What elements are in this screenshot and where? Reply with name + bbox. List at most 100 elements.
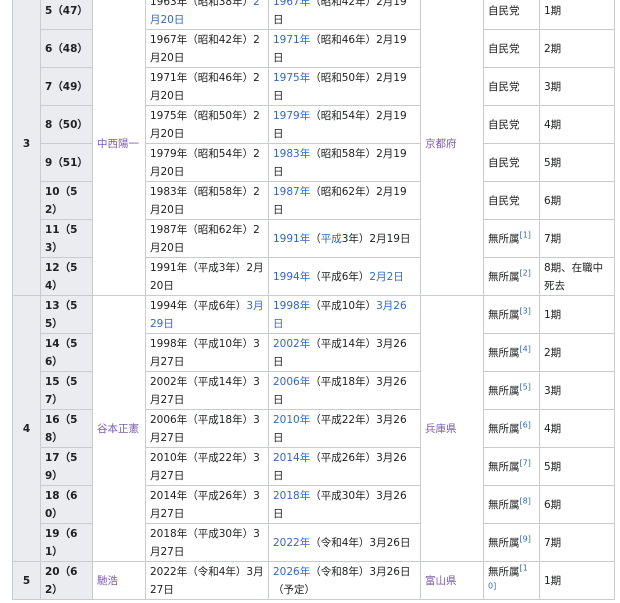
citation-link[interactable]: [6] <box>520 420 531 429</box>
term-start-text: 2018年（平成30年）3月27日 <box>150 527 260 558</box>
table-body: 3 5（47） 中西陽一 1963年（昭和38年）2月20日 1967年（昭和42年）2… <box>12 0 615 600</box>
term-start-text: 2014年（平成26年）3月27日 <box>150 489 260 520</box>
prefecture-link[interactable]: 京都府 <box>425 138 457 150</box>
term-end-year-link[interactable]: 1979年 <box>273 110 310 122</box>
term-end-year-link[interactable]: 2026年 <box>273 566 310 578</box>
term-start-cell: 2014年（平成26年）3月27日 <box>145 485 269 524</box>
term-end-year-link[interactable]: 1998年 <box>273 300 310 312</box>
term-end-note: （予定） <box>273 583 315 596</box>
term-start-text: 1971年（昭和46年）2月20日 <box>150 71 260 102</box>
term-end-year-link[interactable]: 2022年 <box>273 537 310 549</box>
generation-cell: 5 <box>12 561 41 600</box>
citation-link[interactable]: [2] <box>520 268 531 277</box>
term-end-cell: 2010年（平成22年）3月26日 <box>268 409 421 448</box>
term-start-text: 2010年（平成22年）3月27日 <box>150 451 260 482</box>
term-end-text: （令和8年）3月26日 <box>310 565 411 578</box>
term-start-text: 1994年（平成6年） <box>150 299 247 312</box>
party-cell: 無所属[10] <box>483 561 540 600</box>
term-number-cell: 17（59） <box>40 447 93 486</box>
governor-name-link[interactable]: 中西陽一 <box>97 138 139 150</box>
term-end-year-link[interactable]: 2014年 <box>273 452 310 464</box>
period-count-cell: 3期 <box>539 371 615 410</box>
party-cell: 自民党 <box>483 181 540 220</box>
term-end-date-link[interactable]: 平成 <box>321 233 342 245</box>
term-end-year-link[interactable]: 2010年 <box>273 414 310 426</box>
prefecture-cell: 兵庫県 <box>420 295 484 562</box>
term-number-cell: 20（62） <box>40 561 93 600</box>
period-count-cell: 4期 <box>539 409 615 448</box>
term-start-cell: 1994年（平成6年）3月29日 <box>145 295 269 334</box>
term-end-cell: 1983年（昭和58年）2月19日 <box>268 143 421 182</box>
period-count-cell: 6期 <box>539 181 615 220</box>
party-text: 無所属 <box>488 498 520 511</box>
party-text: 自民党 <box>488 80 520 93</box>
citation-link[interactable]: [1] <box>520 230 531 239</box>
party-cell: 無所属[9] <box>483 523 540 562</box>
party-text: 自民党 <box>488 118 520 131</box>
prefecture-link[interactable]: 富山県 <box>425 575 457 587</box>
term-end-year-link[interactable]: 2002年 <box>273 338 310 350</box>
term-end-cell: 1967年（昭和42年）2月19日 <box>268 0 421 30</box>
prefecture-cell: 富山県 <box>420 561 484 600</box>
party-text: 無所属 <box>488 384 520 397</box>
term-start-text: 1963年（昭和38年） <box>150 0 254 8</box>
term-end-cell: 1971年（昭和46年）2月19日 <box>268 29 421 68</box>
party-text: 無所属 <box>488 232 520 245</box>
term-end-cell: 1998年（平成10年）3月26日 <box>268 295 421 334</box>
party-text: 自民党 <box>488 156 520 169</box>
term-end-year-link[interactable]: 2006年 <box>273 376 310 388</box>
party-text: 無所属 <box>488 460 520 473</box>
term-end-text: （平成10年） <box>310 299 377 312</box>
term-end-year-link[interactable]: 1983年 <box>273 148 310 160</box>
term-start-cell: 1967年（昭和42年）2月20日 <box>145 29 269 68</box>
term-start-text: 1975年（昭和50年）2月20日 <box>150 109 260 140</box>
term-end-cell: 2022年（令和4年）3月26日 <box>268 523 421 562</box>
citation-link[interactable]: [9] <box>520 534 531 543</box>
party-cell: 自民党 <box>483 29 540 68</box>
term-end-year-link[interactable]: 1975年 <box>273 72 310 84</box>
term-number-cell: 19（61） <box>40 523 93 562</box>
term-start-text: 1983年（昭和58年）2月20日 <box>150 185 260 216</box>
period-count-cell: 2期 <box>539 333 615 372</box>
governor-name-link[interactable]: 馳浩 <box>97 575 118 587</box>
term-start-cell: 1991年（平成3年）2月20日 <box>145 257 269 296</box>
party-text: 無所属 <box>488 565 520 578</box>
governor-name-cell: 馳浩 <box>92 561 146 600</box>
party-text: 無所属 <box>488 422 520 435</box>
term-start-cell: 2002年（平成14年）3月27日 <box>145 371 269 410</box>
citation-link[interactable]: [5] <box>520 382 531 391</box>
term-end-year-link[interactable]: 1987年 <box>273 186 310 198</box>
term-end-year-link[interactable]: 1971年 <box>273 34 310 46</box>
term-number-cell: 18（60） <box>40 485 93 524</box>
period-count-cell: 5期 <box>539 447 615 486</box>
governor-name-cell: 谷本正憲 <box>92 295 146 562</box>
term-end-text: （令和4年）3月26日 <box>310 536 411 549</box>
party-cell: 無所属[8] <box>483 485 540 524</box>
term-start-cell: 1979年（昭和54年）2月20日 <box>145 143 269 182</box>
citation-link[interactable]: [8] <box>520 496 531 505</box>
period-count-cell: 1期 <box>539 295 615 334</box>
term-end-year-link[interactable]: 1994年 <box>273 271 310 283</box>
term-end-cell: 1975年（昭和50年）2月19日 <box>268 67 421 106</box>
term-end-year-link[interactable]: 1991年 <box>273 233 310 245</box>
period-count-cell: 3期 <box>539 67 615 106</box>
term-start-cell: 1963年（昭和38年）2月20日 <box>145 0 269 30</box>
table-row: 4 13（55） 谷本正憲 1994年（平成6年）3月29日 1998年（平成10年）3… <box>12 295 615 562</box>
term-number-cell: 12（54） <box>40 257 93 296</box>
generation-cell: 3 <box>12 0 41 296</box>
term-end-date-link[interactable]: 2月2日 <box>369 271 403 283</box>
term-start-cell: 1971年（昭和46年）2月20日 <box>145 67 269 106</box>
citation-link[interactable]: [3] <box>520 306 531 315</box>
term-end-cell: 1987年（昭和62年）2月19日 <box>268 181 421 220</box>
term-start-cell: 2022年（令和4年）3月27日 <box>145 561 269 600</box>
citation-link[interactable]: [4] <box>520 344 531 353</box>
term-end-cell: 2026年（令和8年）3月26日 （予定） <box>268 561 421 600</box>
term-end-year-link[interactable]: 2018年 <box>273 490 310 502</box>
citation-link[interactable]: [7] <box>520 458 531 467</box>
term-start-cell: 2010年（平成22年）3月27日 <box>145 447 269 486</box>
prefecture-link[interactable]: 兵庫県 <box>425 423 457 435</box>
governor-name-link[interactable]: 谷本正憲 <box>97 423 139 435</box>
term-start-text: 1987年（昭和62年）2月20日 <box>150 223 260 254</box>
party-cell: 自民党 <box>483 0 540 30</box>
term-end-year-link[interactable]: 1967年 <box>273 0 310 8</box>
